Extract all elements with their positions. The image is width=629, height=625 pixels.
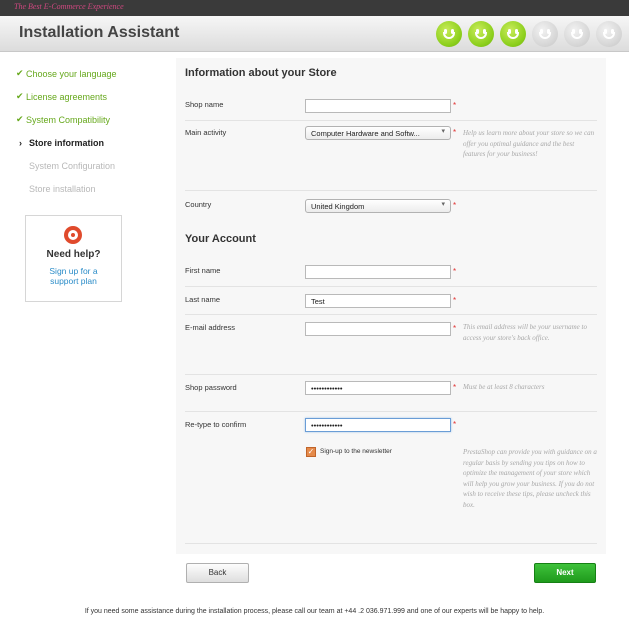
chevron-down-icon: ▾ <box>441 201 445 208</box>
step-label: Choose your language <box>26 68 117 79</box>
password-label: Shop password <box>185 383 237 392</box>
form-panel: Information about your Store Shop name *… <box>176 58 606 554</box>
help-box: Need help? Sign up for a support plan <box>25 215 122 302</box>
top-bar: The Best E-Commerce Experience <box>0 0 629 16</box>
main-activity-label: Main activity <box>185 128 227 137</box>
smiley-step-done-icon <box>468 21 494 47</box>
newsletter-checkbox[interactable]: ✓ <box>306 447 316 457</box>
required-mark: * <box>453 420 457 429</box>
main-activity-hint: Help us learn more about your store so w… <box>463 129 595 158</box>
divider <box>185 411 597 412</box>
email-input[interactable] <box>305 322 451 336</box>
required-mark: * <box>453 267 457 276</box>
divider <box>185 120 597 121</box>
last-name-label: Last name <box>185 295 221 304</box>
newsletter-label[interactable]: Sign-up to the newsletter <box>320 448 392 455</box>
progress-indicator <box>436 21 622 47</box>
divider <box>185 314 597 315</box>
first-name-label: First name <box>185 266 221 275</box>
tagline: The Best E-Commerce Experience <box>14 2 124 11</box>
smiley-step-done-icon <box>436 21 462 47</box>
country-select[interactable]: United Kingdom ▾ <box>305 199 451 213</box>
checkmark-icon: ✔ <box>16 68 24 78</box>
checkmark-icon: ✔ <box>16 91 24 101</box>
step-system-configuration: System Configuration <box>16 154 156 177</box>
confirm-password-input[interactable]: •••••••••••• <box>305 418 451 432</box>
shop-name-label: Shop name <box>185 100 224 109</box>
divider <box>185 374 597 375</box>
smiley-step-done-icon <box>500 21 526 47</box>
next-button[interactable]: Next <box>534 563 596 583</box>
first-name-input[interactable] <box>305 265 451 279</box>
step-system-compatibility[interactable]: ✔ System Compatibility <box>16 108 156 131</box>
store-section-title: Information about your Store <box>185 67 337 79</box>
email-hint: This email address will be your username… <box>463 323 587 342</box>
step-label: License agreements <box>26 91 108 102</box>
steps-sidebar: ✔ Choose your language ✔ License agreeme… <box>16 62 156 200</box>
password-hint: Must be at least 8 characters <box>463 383 545 391</box>
shop-name-input[interactable] <box>305 99 451 113</box>
support-plan-link[interactable]: Sign up for a support plan <box>36 266 111 286</box>
footer-text: If you need some assistance during the i… <box>84 608 545 615</box>
header: Installation Assistant <box>0 16 629 52</box>
required-mark: * <box>453 296 457 305</box>
divider <box>185 190 597 191</box>
country-value: United Kingdom <box>311 202 365 211</box>
chevron-down-icon: ▾ <box>441 128 445 135</box>
divider <box>185 543 597 544</box>
step-store-installation: Store installation <box>16 177 156 200</box>
required-mark: * <box>453 201 457 210</box>
newsletter-hint: PrestaShop can provide you with guidance… <box>463 448 597 509</box>
smiley-step-pending-icon <box>596 21 622 47</box>
email-label: E-mail address <box>185 323 236 332</box>
required-mark: * <box>453 128 457 137</box>
required-mark: * <box>453 101 457 110</box>
main-activity-value: Computer Hardware and Softw... <box>311 129 420 138</box>
chevron-right-icon: › <box>19 137 22 148</box>
step-label: System Configuration <box>29 160 116 171</box>
smiley-step-pending-icon <box>564 21 590 47</box>
step-license-agreements[interactable]: ✔ License agreements <box>16 85 156 108</box>
page-title: Installation Assistant <box>19 24 180 41</box>
step-label: Store installation <box>29 183 96 194</box>
step-label: Store information <box>29 137 105 148</box>
required-mark: * <box>453 383 457 392</box>
password-input[interactable]: •••••••••••• <box>305 381 451 395</box>
last-name-input[interactable]: Test <box>305 294 451 308</box>
help-title: Need help? <box>46 249 101 260</box>
step-store-information: › Store information <box>16 131 156 154</box>
account-section-title: Your Account <box>185 233 256 245</box>
checkmark-icon: ✔ <box>16 114 24 124</box>
main-activity-select[interactable]: Computer Hardware and Softw... ▾ <box>305 126 451 140</box>
divider <box>185 286 597 287</box>
confirm-password-label: Re-type to confirm <box>185 420 247 429</box>
required-mark: * <box>453 324 457 333</box>
back-button[interactable]: Back <box>186 563 249 583</box>
smiley-step-pending-icon <box>532 21 558 47</box>
country-label: Country <box>185 200 212 209</box>
lifebuoy-icon <box>64 226 82 244</box>
step-label: System Compatibility <box>26 114 111 125</box>
step-choose-language[interactable]: ✔ Choose your language <box>16 62 156 85</box>
